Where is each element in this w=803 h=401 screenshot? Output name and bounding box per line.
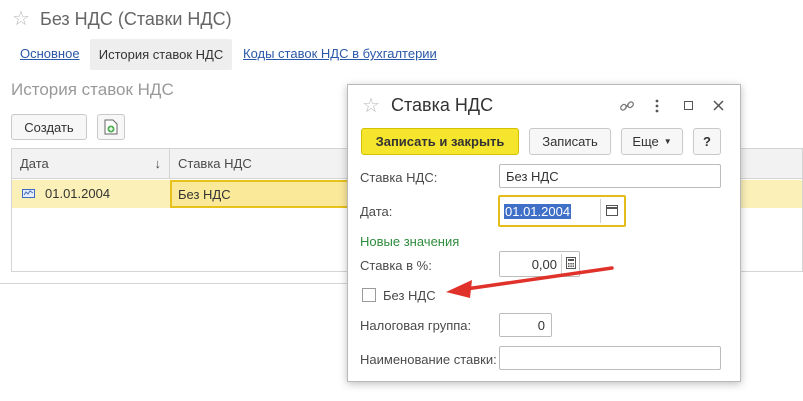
rate-name-field[interactable] (499, 346, 721, 370)
rate-field-value: Без НДС (506, 168, 559, 184)
save-and-close-button[interactable]: Записать и закрыть (361, 128, 519, 155)
tax-group-field-value: 0 (537, 317, 545, 333)
help-button[interactable]: ? (693, 128, 721, 155)
maximize-icon[interactable] (684, 101, 693, 110)
create-button-label: Создать (24, 119, 74, 135)
row-rate-cell[interactable]: Без НДС (170, 180, 350, 208)
rate-name-label: Наименование ставки: (360, 352, 497, 367)
link-icon[interactable] (619, 98, 635, 114)
percent-label: Ставка в %: (360, 258, 432, 273)
date-label: Дата: (360, 204, 393, 219)
calendar-icon[interactable] (606, 205, 618, 216)
copy-document-icon (104, 119, 118, 135)
row-date: 01.01.2004 (45, 186, 111, 201)
copy-document-button[interactable] (97, 114, 125, 140)
tax-group-label: Налоговая группа: (360, 318, 472, 333)
close-icon[interactable] (713, 100, 724, 111)
help-label: ? (703, 134, 711, 149)
dialog-favorite-star-icon[interactable]: ☆ (362, 96, 380, 116)
save-button[interactable]: Записать (529, 128, 611, 155)
vat-rate-dialog: ☆ Ставка НДС Записать и закрыть Записать… (347, 84, 741, 382)
more-vertical-icon[interactable] (654, 98, 660, 114)
no-vat-checkbox[interactable] (362, 288, 376, 302)
new-values-heading: Новые значения (360, 234, 460, 249)
section-title: История ставок НДС (11, 80, 174, 99)
tax-group-field[interactable]: 0 (499, 313, 552, 337)
rate-field[interactable]: Без НДС (499, 164, 721, 188)
column-header-date-label: Дата (20, 156, 49, 171)
sort-down-icon: ↓ (154, 156, 162, 171)
favorite-star-icon[interactable]: ☆ (12, 9, 30, 29)
dialog-title: Ставка НДС (391, 95, 494, 115)
save-label: Записать (542, 134, 598, 149)
column-header-date[interactable]: Дата ↓ (12, 149, 170, 179)
date-field-divider (600, 199, 601, 223)
tab-main[interactable]: Основное (20, 46, 80, 61)
window-title: Без НДС (Ставки НДС) (40, 9, 232, 29)
annotation-arrow (446, 266, 614, 298)
row-rate: Без НДС (178, 186, 231, 202)
tab-accounting-codes[interactable]: Коды ставок НДС в бухгалтерии (243, 46, 437, 61)
record-icon (22, 189, 35, 198)
save-and-close-label: Записать и закрыть (375, 134, 505, 149)
tab-vat-history[interactable]: История ставок НДС (90, 39, 232, 70)
column-header-rate-label: Ставка НДС (178, 156, 252, 171)
date-field-value: 01.01.2004 (504, 203, 572, 219)
divider (0, 283, 347, 284)
rate-label: Ставка НДС: (360, 170, 438, 185)
create-button[interactable]: Создать (11, 114, 87, 140)
more-button[interactable]: Еще ▼ (621, 128, 683, 155)
more-label: Еще (632, 134, 659, 149)
no-vat-checkbox-label[interactable]: Без НДС (383, 288, 436, 303)
dropdown-arrow-icon: ▼ (663, 137, 672, 146)
